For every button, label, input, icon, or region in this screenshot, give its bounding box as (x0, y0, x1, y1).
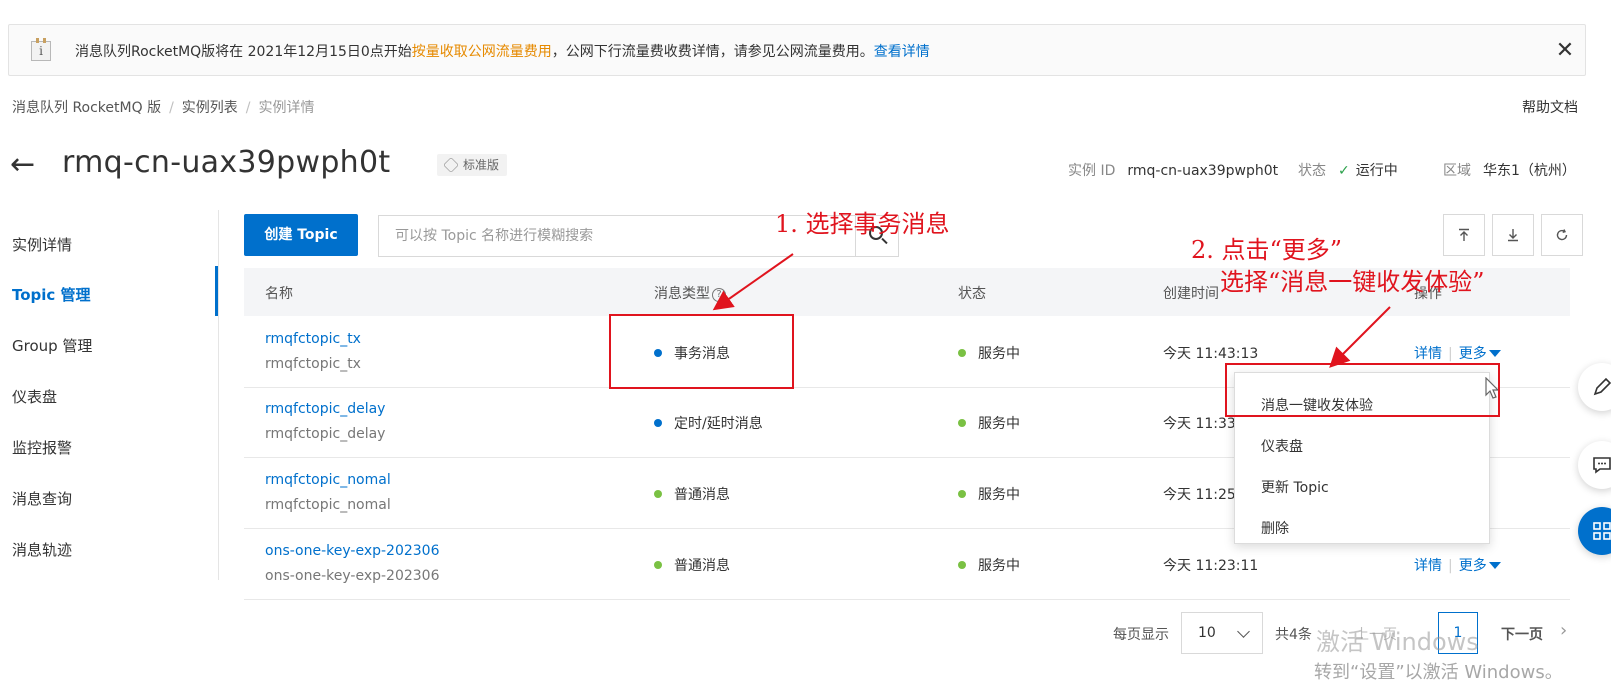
windows-activation-watermark: 激活 Windows (1316, 628, 1479, 656)
windows-activation-hint: 转到“设置”以激活 Windows。 (1314, 662, 1563, 683)
annotation-arrows (712, 253, 1391, 368)
